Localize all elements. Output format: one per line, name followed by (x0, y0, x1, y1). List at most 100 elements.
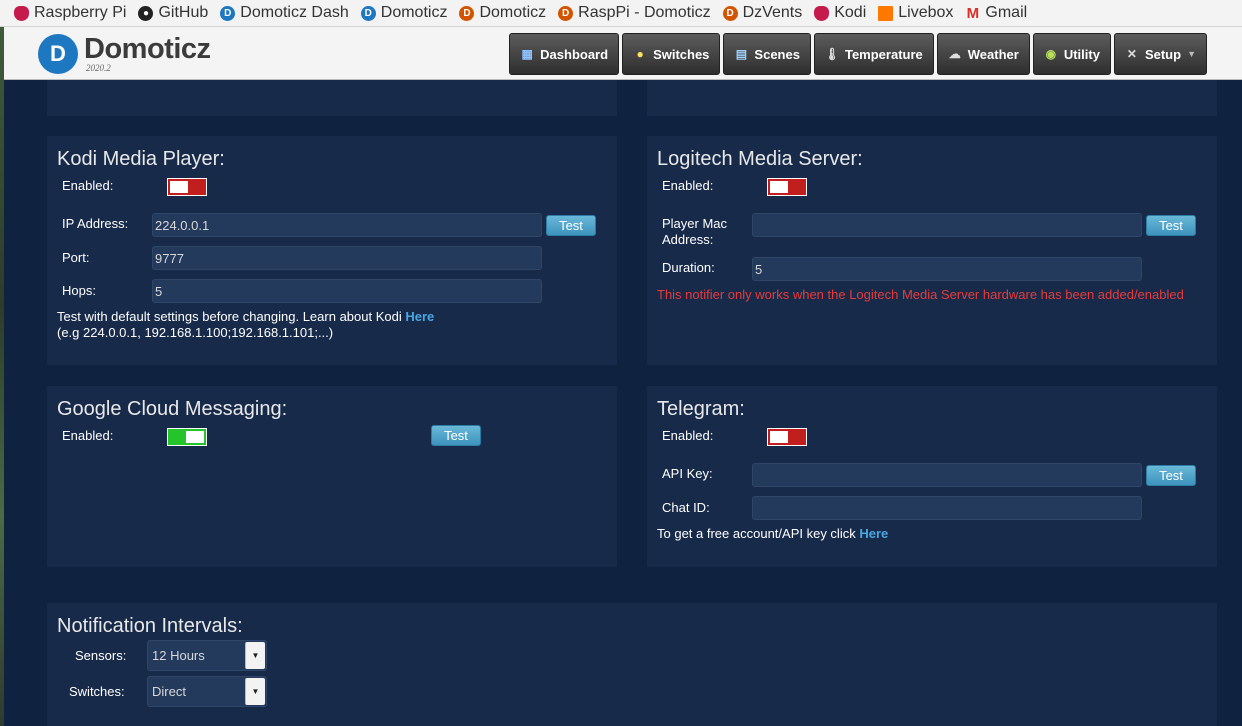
bookmark-kodi[interactable]: Kodi (814, 4, 866, 22)
dashboard-icon: ▦ (521, 47, 533, 61)
nav-label: Temperature (844, 46, 923, 62)
bookmark-domoticz-2[interactable]: D Domoticz (459, 4, 546, 22)
gcm-panel: Google Cloud Messaging: Enabled: Test (47, 386, 617, 567)
nav-label: Scenes (754, 46, 800, 62)
kodi-enabled-label: Enabled: (62, 178, 114, 193)
panel-top-left-partial (47, 80, 617, 116)
telegram-note-text: To get a free account/API key click (657, 526, 860, 541)
domoticz-orange-icon: D (558, 5, 574, 21)
brand-name: Domoticz (84, 33, 211, 65)
logitech-duration-input[interactable]: 5 (752, 257, 1142, 281)
domoticz-icon: D (360, 5, 376, 21)
logitech-mac-label: Player Mac Address: (662, 216, 727, 248)
kodi-note-text: Test with default settings before changi… (57, 309, 406, 324)
bookmark-label: Livebox (898, 4, 954, 21)
bookmark-gmail[interactable]: M Gmail (965, 4, 1028, 22)
tools-icon: ✕ (1126, 47, 1137, 61)
bookmark-label: RaspPi - Domoticz (578, 4, 711, 21)
logitech-mac-label-line2: Address: (662, 232, 714, 247)
kodi-ip-input[interactable]: 224.0.0.1 (152, 213, 542, 237)
bookmark-domoticz-dash[interactable]: D Domoticz Dash (220, 4, 349, 22)
sensors-interval-select[interactable]: 12 Hours ▼ (147, 640, 267, 671)
kodi-example-note: (e.g 224.0.0.1, 192.168.1.100;192.168.1.… (57, 325, 334, 340)
raspberry-icon (14, 5, 29, 21)
nav-scenes-button[interactable]: ▤ Scenes (723, 33, 811, 75)
intervals-title: Notification Intervals: (57, 615, 243, 637)
domoticz-logo-icon[interactable]: D (38, 34, 78, 74)
switches-label: Switches: (69, 684, 125, 699)
nav-setup-button[interactable]: ✕ Setup ▼ (1113, 33, 1207, 75)
nav-label: Switches (653, 46, 710, 62)
thermometer-icon: 🌡 (824, 47, 840, 61)
bookmark-dzvents[interactable]: D DzVents (722, 4, 803, 22)
kodi-panel: Kodi Media Player: Enabled: IP Address: … (47, 136, 617, 365)
nav-label: Setup (1144, 46, 1182, 62)
chevron-down-icon: ▼ (1187, 49, 1196, 59)
telegram-here-link[interactable]: Here (859, 526, 888, 541)
telegram-title: Telegram: (657, 398, 745, 420)
logitech-mac-input[interactable] (752, 213, 1142, 237)
nav-utility-button[interactable]: ◉ Utility (1032, 33, 1111, 75)
bookmark-raspberry-pi[interactable]: Raspberry Pi (14, 4, 126, 22)
kodi-hops-input[interactable]: 5 (152, 279, 542, 303)
orange-icon (878, 5, 894, 21)
logitech-mac-label-line1: Player Mac (662, 216, 728, 231)
intervals-panel: Notification Intervals: Sensors: 12 Hour… (47, 603, 1217, 726)
raspberry-icon (814, 5, 830, 21)
bookmark-domoticz[interactable]: D Domoticz (360, 4, 448, 22)
nav-switches-button[interactable]: ● Switches (622, 33, 721, 75)
switches-interval-select[interactable]: Direct ▼ (147, 676, 267, 707)
weather-icon: ☁ (948, 47, 961, 61)
nav-dashboard-button[interactable]: ▦ Dashboard (509, 33, 620, 75)
telegram-test-button[interactable]: Test (1146, 465, 1196, 486)
telegram-enabled-toggle[interactable] (767, 428, 807, 446)
gcm-test-button[interactable]: Test (431, 425, 481, 446)
logitech-test-button[interactable]: Test (1146, 215, 1196, 236)
telegram-api-label: API Key: (662, 466, 713, 481)
logitech-enabled-toggle[interactable] (767, 178, 807, 196)
bookmark-label: Domoticz Dash (240, 4, 349, 21)
telegram-api-input[interactable] (752, 463, 1142, 487)
bookmarks-bar: Raspberry Pi ● GitHub D Domoticz Dash D Dom… (0, 0, 1242, 27)
kodi-enabled-toggle[interactable] (167, 178, 207, 196)
nav-label: Weather (967, 46, 1019, 62)
logitech-title: Logitech Media Server: (657, 148, 863, 170)
kodi-port-input[interactable]: 9777 (152, 246, 542, 270)
bookmark-label: Gmail (985, 4, 1028, 21)
bookmark-rasppi-domoticz[interactable]: D RaspPi - Domoticz (558, 4, 711, 22)
switches-interval-value: Direct (152, 684, 186, 699)
bookmark-label: Domoticz (380, 4, 448, 21)
bookmark-label: DzVents (742, 4, 803, 21)
logitech-enabled-label: Enabled: (662, 178, 714, 193)
utility-icon: ◉ (1045, 47, 1057, 61)
nav-temperature-button[interactable]: 🌡 Temperature (813, 33, 934, 75)
telegram-enabled-label: Enabled: (662, 428, 714, 443)
desktop-edge (0, 27, 4, 726)
bookmark-livebox[interactable]: Livebox (878, 4, 953, 22)
kodi-ip-label: IP Address: (62, 216, 129, 231)
kodi-test-button[interactable]: Test (546, 215, 596, 236)
chevron-down-icon: ▼ (245, 678, 265, 705)
domoticz-orange-icon: D (722, 5, 738, 21)
bookmark-label: Raspberry Pi (34, 4, 127, 21)
bookmark-label: Kodi (834, 4, 867, 21)
bookmark-label: GitHub (158, 4, 209, 21)
sensors-interval-value: 12 Hours (152, 648, 205, 663)
main-nav: ▦ Dashboard ● Switches ▤ Scenes 🌡 Temperatur… (506, 33, 1207, 75)
logitech-duration-label: Duration: (662, 260, 715, 275)
telegram-panel: Telegram: Enabled: API Key: Test Chat ID… (647, 386, 1217, 567)
telegram-chat-label: Chat ID: (662, 500, 710, 515)
gcm-enabled-toggle[interactable] (167, 428, 207, 446)
chevron-down-icon: ▼ (245, 642, 265, 669)
bookmark-github[interactable]: ● GitHub (138, 4, 208, 22)
nav-label: Dashboard (540, 46, 609, 62)
gcm-title: Google Cloud Messaging: (57, 398, 288, 420)
github-icon: ● (138, 5, 154, 21)
nav-weather-button[interactable]: ☁ Weather (936, 33, 1030, 75)
telegram-chat-input[interactable] (752, 496, 1142, 520)
kodi-here-link[interactable]: Here (405, 309, 434, 324)
gmail-icon: M (966, 4, 980, 22)
bookmark-label: Domoticz (479, 4, 547, 21)
kodi-hops-label: Hops: (62, 283, 96, 298)
app-header: D Domoticz 2020.2 ▦ Dashboard ● Switches ▤… (4, 27, 1242, 80)
